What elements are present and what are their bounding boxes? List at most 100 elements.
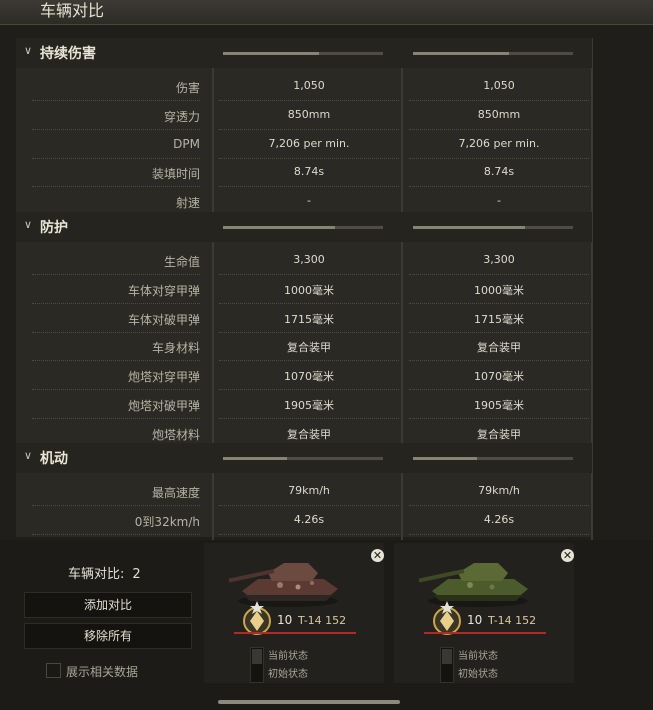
selected-underline (424, 632, 546, 634)
section-title: 持续伤害 (40, 46, 96, 62)
add-compare-button[interactable]: 添加对比 (24, 592, 192, 618)
state-current[interactable]: 当前状态 (458, 647, 498, 662)
stat-label: 车体对破甲弹 (127, 312, 200, 327)
stat-value: 复合装甲 (477, 427, 521, 441)
vehicle-name: T-14 152 (488, 614, 537, 627)
stat-value: - (497, 194, 501, 208)
stat-value: 7,206 per min. (268, 136, 350, 150)
stat-row: 炮塔对穿甲弹 1070毫米 1070毫米 (16, 362, 592, 391)
vehicle-card: ✕ 10 T-14 152 当前状态 初始状态 (204, 543, 384, 683)
stat-bar-fill (223, 52, 319, 55)
compare-count-value: 2 (132, 567, 141, 582)
stat-label: 炮塔对破甲弹 (127, 399, 200, 413)
stat-label: 生命值 (163, 255, 200, 269)
stat-value: 1,050 (483, 79, 515, 92)
stat-row: 车身材料 复合装甲 复合装甲 (16, 333, 592, 362)
stat-value: 8.74s (483, 165, 515, 179)
stat-label: 0到32km/h (134, 514, 200, 529)
stat-bar-fill (223, 457, 287, 460)
stat-label: 炮塔对穿甲弹 (127, 370, 200, 385)
stat-value: 850mm (477, 107, 521, 121)
stat-label: 射速 (175, 196, 200, 211)
state-current[interactable]: 当前状态 (268, 647, 308, 662)
stat-label: 伤害 (175, 81, 200, 95)
stat-bar (413, 457, 573, 460)
row-divider (32, 533, 200, 535)
section-title: 机动 (40, 451, 68, 467)
stat-value: 1715毫米 (284, 312, 334, 326)
vehicle-name: T-14 152 (298, 614, 347, 627)
stat-row: 生命值 3,300 3,300 (16, 247, 592, 275)
stat-row: 车体对破甲弹 1715毫米 1715毫米 (16, 305, 592, 333)
stat-value: 8.74s (293, 165, 325, 179)
vehicle-card: ✕ 10 T-14 152 当前状态 初始状态 (394, 543, 574, 683)
stat-value: 850mm (287, 107, 331, 121)
stat-label: 装填时间 (151, 167, 200, 182)
section-title: 防护 (40, 220, 68, 236)
stat-row: 装填时间 8.74s 8.74s (16, 159, 592, 188)
stat-value: 4.26s (483, 512, 515, 526)
stat-row: 炮塔对破甲弹 1905毫米 1905毫米 (16, 391, 592, 419)
stat-value: 复合装甲 (287, 427, 331, 441)
section-header[interactable]: ∨ 机动 (16, 443, 592, 473)
horizontal-scrollbar[interactable] (218, 700, 400, 704)
section-header[interactable]: ∨ 防护 (16, 212, 592, 242)
compare-count: 车辆对比: 2 (68, 567, 141, 582)
stat-value: 3,300 (293, 253, 325, 266)
stat-row: 穿透力 850mm 850mm (16, 102, 592, 130)
state-initial[interactable]: 初始状态 (268, 665, 308, 680)
stat-value: 79km/h (478, 484, 520, 497)
window-titlebar: 车辆对比 (0, 0, 653, 25)
stat-bar (413, 226, 573, 229)
stat-bar (223, 457, 383, 460)
state-toggle[interactable] (250, 647, 264, 683)
stat-value: 复合装甲 (287, 341, 331, 355)
stat-bar (413, 52, 573, 55)
show-data-checkbox[interactable] (46, 663, 61, 678)
stat-value: 1070毫米 (284, 370, 334, 384)
stat-label: 车体对穿甲弹 (127, 283, 200, 298)
close-icon[interactable]: ✕ (561, 549, 574, 562)
stat-value: 1905毫米 (474, 399, 524, 412)
chevron-down-icon: ∨ (24, 218, 33, 231)
stat-value: 4.26s (293, 512, 325, 526)
stat-label: DPM (173, 136, 200, 151)
show-data-label: 展示相关数据 (66, 665, 139, 679)
row-divider (219, 533, 399, 535)
stat-value: 1905毫米 (284, 399, 334, 412)
stat-value: 复合装甲 (477, 341, 521, 355)
stat-value: 1000毫米 (284, 283, 334, 297)
stat-value: 1070毫米 (474, 370, 524, 384)
stat-row: 最高速度 79km/h 79km/h (16, 478, 592, 506)
state-initial[interactable]: 初始状态 (458, 665, 498, 680)
stat-value: 1715毫米 (474, 312, 524, 326)
stat-row: 车体对穿甲弹 1000毫米 1000毫米 (16, 276, 592, 304)
stat-label: 穿透力 (163, 109, 200, 124)
stat-bar-fill (413, 52, 509, 55)
stat-row: 0到32km/h 4.26s 4.26s (16, 507, 592, 535)
selected-underline (234, 632, 356, 634)
vehicle-tier: 10 (277, 613, 293, 627)
stat-value: 1000毫米 (474, 283, 524, 297)
stat-bar-fill (223, 226, 335, 229)
stat-bar (223, 226, 383, 229)
state-toggle[interactable] (440, 647, 454, 683)
stat-bar (223, 52, 383, 55)
section-header[interactable]: ∨ 持续伤害 (16, 38, 592, 68)
stat-value: 3,300 (483, 253, 515, 266)
stat-value: 79km/h (288, 484, 330, 497)
chevron-down-icon: ∨ (24, 44, 33, 57)
stat-label: 最高速度 (151, 486, 200, 500)
stat-value: - (307, 194, 311, 208)
stat-bar-fill (413, 457, 477, 460)
remove-all-button[interactable]: 移除所有 (24, 623, 192, 649)
vehicle-tier: 10 (467, 613, 483, 627)
row-divider (409, 533, 589, 535)
stat-label: 炮塔材料 (151, 427, 200, 442)
close-icon[interactable]: ✕ (371, 549, 384, 562)
window-title: 车辆对比 (40, 1, 105, 20)
stat-bar-fill (413, 226, 525, 229)
stat-value: 7,206 per min. (458, 136, 540, 150)
chevron-down-icon: ∨ (24, 449, 33, 462)
stat-row: 伤害 1,050 1,050 (16, 73, 592, 101)
